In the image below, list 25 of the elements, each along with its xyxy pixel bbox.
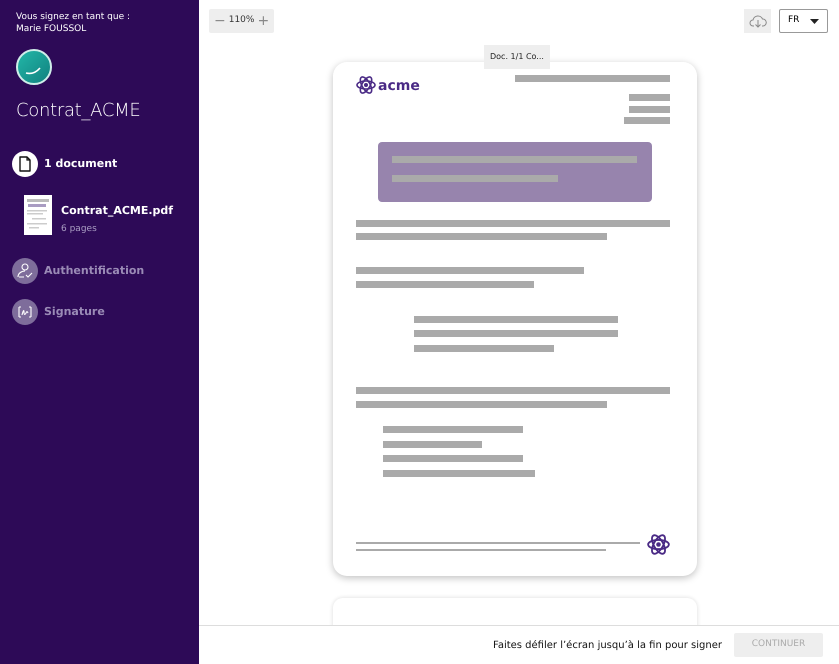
person-check-icon [16, 262, 34, 280]
caret-icon [810, 18, 819, 24]
download-button[interactable] [744, 9, 771, 33]
signer-label: Vous signez en tant que : [16, 11, 132, 23]
step-label[interactable]: 1 document [44, 156, 118, 172]
step-label[interactable]: Signature [44, 304, 105, 320]
atom-logo-icon [647, 534, 670, 555]
cloud-download-icon [748, 14, 766, 28]
zoom-level: 110% [228, 14, 254, 28]
signer-name: Marie FOUSSOL [16, 23, 88, 35]
language-select[interactable]: FR [779, 9, 828, 33]
signature-icon [16, 304, 34, 320]
page-count: 6 pages [61, 222, 98, 236]
logo-text: acme [378, 78, 420, 94]
scroll-hint: Faites défiler l’écran jusqu’à la fin pour signer [492, 638, 722, 652]
zoom-in-button[interactable]: + [254, 14, 272, 28]
atom-logo-icon [356, 76, 376, 94]
file-icon [18, 156, 32, 172]
step-label[interactable]: Authentification [44, 262, 144, 280]
document-name[interactable]: Contrat_ACME.pdf [61, 203, 174, 220]
envelope-title: Contrat_ACME [16, 99, 142, 123]
avatar [16, 49, 52, 85]
zoom-out-button[interactable]: − [211, 14, 229, 28]
language-code: FR [788, 14, 800, 28]
document-tab[interactable]: Doc. 1/1 Co... [484, 45, 550, 69]
